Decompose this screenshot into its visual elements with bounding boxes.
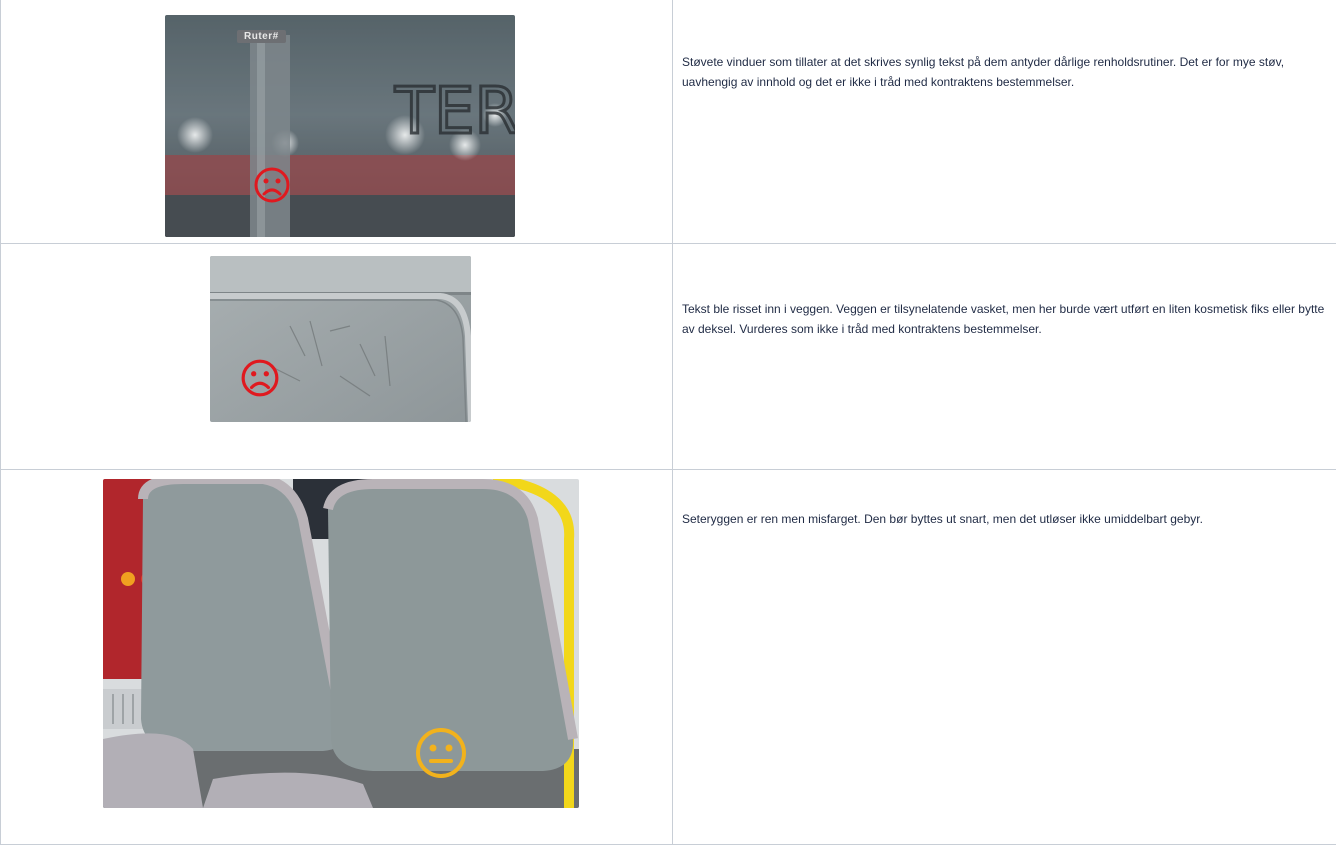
description-cell: Seteryggen er ren men misfarget. Den bør… [673, 470, 1336, 845]
table-row: TER Ruter# Støvete vinduer som tillater … [1, 0, 1336, 244]
seat-back-photo [103, 479, 579, 808]
image-cell [1, 244, 673, 470]
description-cell: Støvete vinduer som tillater at det skri… [673, 0, 1336, 244]
sad-face-icon [240, 358, 280, 398]
neutral-face-icon [415, 727, 467, 779]
table-row: Seteryggen er ren men misfarget. Den bør… [1, 470, 1336, 845]
row-description: Støvete vinduer som tillater at det skri… [673, 52, 1336, 92]
description-cell: Tekst ble risset inn i veggen. Veggen er… [673, 244, 1336, 470]
row-description: Seteryggen er ren men misfarget. Den bør… [673, 509, 1336, 529]
ruter-plate: Ruter# [237, 30, 286, 43]
scratched-wall-photo [210, 256, 471, 422]
svg-text:TER: TER [394, 75, 515, 149]
row-description: Tekst ble risset inn i veggen. Veggen er… [673, 299, 1336, 339]
table-row: Tekst ble risset inn i veggen. Veggen er… [1, 244, 1336, 470]
image-cell [1, 470, 673, 845]
image-cell: TER Ruter# [1, 0, 673, 244]
inspection-table: TER Ruter# Støvete vinduer som tillater … [0, 0, 1336, 845]
sad-face-icon [253, 166, 291, 204]
dusty-window-photo: TER Ruter# [165, 15, 515, 237]
